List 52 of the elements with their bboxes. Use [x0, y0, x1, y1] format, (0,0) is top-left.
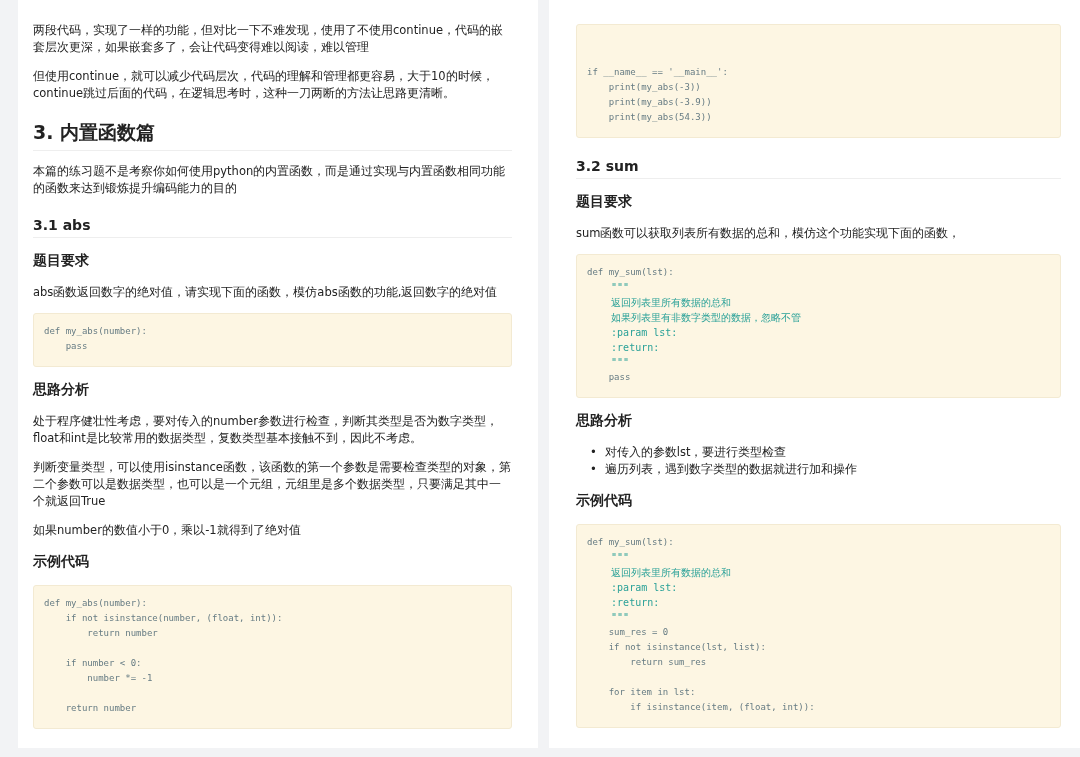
subheading: 示例代码	[576, 492, 633, 510]
code-line: print(my_abs(-3.9))	[607, 96, 713, 109]
code-line: """	[610, 611, 631, 625]
code-line: if not isinstance(number, (float, int)):	[64, 612, 284, 625]
code-line: :return:	[610, 341, 661, 355]
subheading: 题目要求	[33, 252, 90, 270]
code-line: def my_sum(lst):	[587, 536, 675, 549]
code-line: pass	[64, 340, 89, 353]
paragraph: 判断变量类型，可以使用isinstance函数，该函数的第一个参数是需要检查类型的对象，第二个参数可以是数据类型，也可以是一个元组，元组里是多个数据类型，只要满足其中一个就返回True	[33, 459, 512, 510]
code-line: :param lst:	[610, 326, 679, 340]
subheading: 思路分析	[576, 412, 633, 430]
code-line: 返回列表里所有数据的总和	[610, 566, 733, 580]
paragraph: 但使用continue，就可以减少代码层次，代码的理解和管理都更容易，大于10的时候，continue跳过后面的代码，在逻辑思考时，这种一刀两断的方法让思路更清晰。	[33, 68, 495, 102]
code-line: if number < 0:	[64, 657, 143, 670]
code-line: if not isinstance(lst, list):	[607, 641, 767, 654]
subsection-heading: 3.2 sum	[576, 158, 1061, 179]
subheading: 示例代码	[33, 553, 90, 571]
bullet-marker: •	[590, 444, 597, 461]
code-line: pass	[607, 371, 632, 384]
paragraph: 处于程序健壮性考虑，要对传入的number参数进行检查，判断其类型是否为数字类型，float和int是比较常用的数据类型，复数类型基本接触不到，因此不考虑。	[33, 413, 499, 447]
section-heading: 3. 内置函数篇	[33, 120, 512, 151]
code-line: """	[610, 356, 631, 370]
code-line: number *= -1	[86, 672, 154, 685]
code-line: def my_abs(number):	[44, 325, 148, 338]
code-line: def my_sum(lst):	[587, 266, 675, 279]
code-line: 如果列表里有非数字类型的数据，忽略不管	[610, 311, 803, 325]
code-line: print(my_abs(54.3))	[607, 111, 713, 124]
code-line: if isinstance(item, (float, int)):	[629, 701, 816, 714]
code-line: """	[610, 281, 631, 295]
paragraph: 两段代码，实现了一样的功能，但对比一下不难发现，使用了不使用continue，代码的嵌套层次更深，如果嵌套多了，会让代码变得难以阅读，难以管理	[33, 22, 504, 56]
paragraph: sum函数可以获取列表所有数据的总和，模仿这个功能实现下面的函数，	[576, 225, 962, 242]
code-line: return number	[64, 702, 138, 715]
subsection-heading: 3.1 abs	[33, 217, 512, 238]
code-line: return number	[86, 627, 159, 640]
code-line: :param lst:	[610, 581, 679, 595]
code-line: :return:	[610, 596, 661, 610]
list-item: 遍历列表，遇到数字类型的数据就进行加和操作	[604, 461, 857, 478]
paragraph: abs函数返回数字的绝对值，请实现下面的函数，模仿abs函数的功能,返回数字的绝对值	[33, 284, 499, 301]
list-item: 对传入的参数lst，要进行类型检查	[604, 444, 787, 461]
code-line: for item in lst:	[607, 686, 697, 699]
code-line: return sum_res	[629, 656, 708, 669]
code-line: sum_res = 0	[607, 626, 670, 639]
subheading: 题目要求	[576, 193, 633, 211]
bullet-marker: •	[590, 461, 597, 478]
code-line: if __name__ == '__main__':	[587, 66, 729, 79]
paragraph: 本篇的练习题不是考察你如何使用python的内置函数，而是通过实现与内置函数相同功能的函数来达到锻炼提升编码能力的目的	[33, 163, 507, 197]
subheading: 思路分析	[33, 381, 90, 399]
code-line: 返回列表里所有数据的总和	[610, 296, 733, 310]
code-line: """	[610, 551, 631, 565]
code-line: print(my_abs(-3))	[607, 81, 702, 94]
code-line: def my_abs(number):	[44, 597, 148, 610]
paragraph: 如果number的数值小于0，乘以-1就得到了绝对值	[33, 522, 302, 539]
